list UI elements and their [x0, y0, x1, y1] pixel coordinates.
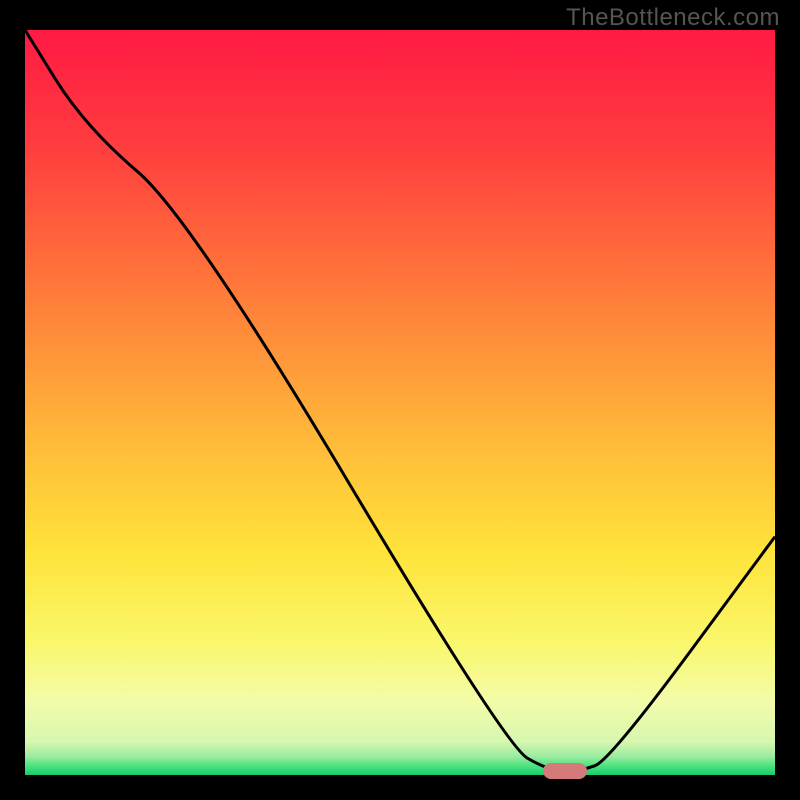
- optimal-point-marker: [543, 763, 587, 779]
- plot-area: [25, 30, 775, 775]
- watermark-text: TheBottleneck.com: [566, 4, 780, 32]
- plot-svg: [25, 30, 775, 775]
- chart-frame: TheBottleneck.com: [0, 0, 800, 800]
- gradient-rect: [25, 30, 775, 775]
